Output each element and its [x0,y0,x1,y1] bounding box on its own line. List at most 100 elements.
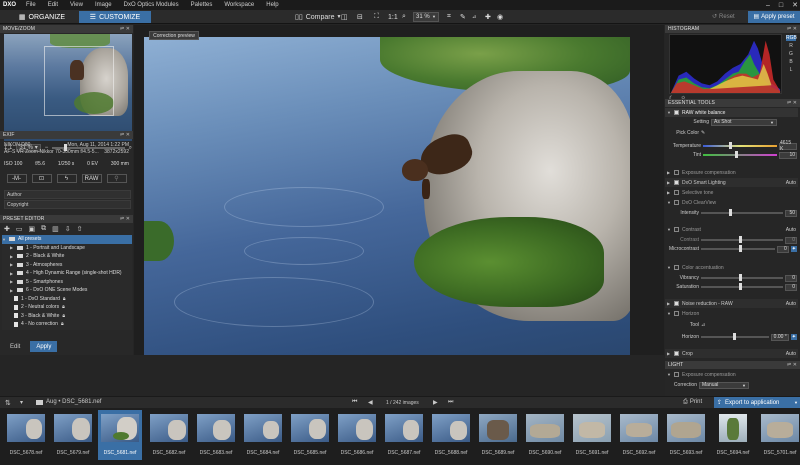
preset-item[interactable]: 4 - No correction 🔒︎ [2,320,132,329]
copyright-row[interactable]: Copyright [4,200,131,209]
channel-l[interactable]: L [786,67,796,73]
export-preset-icon[interactable]: ⇧ [77,225,83,233]
crop-auto[interactable]: Auto [786,351,796,357]
intensity-slider[interactable] [701,209,783,216]
preset-item[interactable]: ▶ 5 - Smartphones [2,278,132,287]
selective-tone-section[interactable]: ▶ Selective tone [665,188,798,197]
tint-value[interactable]: 10 [779,151,797,159]
saturation-value[interactable]: 0 [785,283,797,291]
panel-menu-icon[interactable]: ⇌ ✕ [787,100,797,106]
menu-edit[interactable]: Edit [42,2,64,8]
breadcrumb[interactable]: Aug • DSC_5681.nef [36,399,101,405]
wb-setting-select[interactable]: As Shot ▼ [711,118,777,126]
panel-menu-icon[interactable]: ⇌ ✕ [120,216,130,222]
contrast-auto[interactable]: Auto [786,227,796,233]
crop-section[interactable]: ▶ Crop Auto [665,349,798,358]
copy-preset-icon[interactable]: ⧉ [41,225,46,233]
filmstrip-item[interactable]: DSC_5690.nef [523,410,567,460]
preset-item[interactable]: ▶ 2 - Black & White [2,252,132,261]
filmstrip-item[interactable]: DSC_5685.nef [288,410,332,460]
noise-reduction-auto[interactable]: Auto [786,301,796,307]
repair-icon[interactable]: ✚ [485,12,491,22]
raw-wb-section[interactable]: ▼ RAW white balance [665,108,798,117]
prev-image-icon[interactable]: ⏮ [352,399,357,406]
zoom-select[interactable]: 31 % ▼ [413,12,439,22]
filmstrip-item[interactable]: DSC_5679.nef [51,410,95,460]
maximize-icon[interactable]: □ [779,2,783,9]
contrast-section[interactable]: ▼ Contrast Auto [665,225,798,234]
main-photo[interactable] [144,37,630,355]
temperature-slider[interactable] [703,142,777,149]
correction-preview-tab[interactable]: Correction preview [149,31,199,40]
channel-r[interactable]: R [786,43,796,49]
temperature-value[interactable]: 4615 K [779,140,797,152]
filmstrip-item[interactable]: DSC_5689.nef [476,410,520,460]
filmstrip-item[interactable]: DSC_5693.nef [664,410,708,460]
filmstrip-item[interactable]: DSC_5678.nef [4,410,48,460]
panel-menu-icon[interactable]: ⇌ ✕ [787,26,797,32]
eyedropper-icon[interactable]: ✎ [701,130,705,136]
eye-icon[interactable]: ◉ [497,12,503,22]
previous-icon[interactable]: ◀ [368,399,373,406]
exposure-comp-section[interactable]: ▶ Exposure compensation [665,168,798,177]
menu-image[interactable]: Image [89,2,118,8]
smart-lighting-auto[interactable]: Auto [786,180,796,186]
apply-preset-button[interactable]: ▤ Apply preset [748,11,800,23]
horizon-slider[interactable] [701,333,769,340]
menu-optics-modules[interactable]: DxO Optics Modules [118,2,185,8]
channel-rgb[interactable]: RGB [786,35,797,41]
filmstrip-item[interactable]: DSC_5691.nef [570,410,614,460]
preset-item[interactable]: 3 - Black & White 🔒︎ [2,312,132,321]
intensity-value[interactable]: 50 [785,209,797,217]
crop-icon[interactable]: ⌗ [447,12,451,22]
preset-item[interactable]: ▶ 1 - Portrait and Landscape [2,244,132,253]
saturation-slider[interactable] [701,283,783,290]
preset-item[interactable]: 1 - DxO Standard 🔒︎ [2,295,132,304]
panel-menu-icon[interactable]: ⇌ ✕ [120,132,130,138]
vibrancy-slider[interactable] [701,274,783,281]
author-row[interactable]: Author [4,190,131,199]
channel-b[interactable]: B [786,59,796,65]
next-icon[interactable]: ▶ [433,399,438,406]
split-view-icon[interactable]: ◫ [341,12,348,22]
last-image-icon[interactable]: ⏭ [448,399,453,406]
microcontrast-value[interactable]: 0 [776,245,789,253]
color-accent-section[interactable]: ▼ Color accentuation [665,263,798,272]
export-button[interactable]: ⇪ Export to application ▼ [714,397,800,408]
panel-menu-icon[interactable]: ⇌ ✕ [787,362,797,368]
panel-menu-icon[interactable]: ⇌ ✕ [120,26,130,32]
horizon-tool-icon[interactable]: ⊿ [472,12,476,22]
sort-icon[interactable]: ⇅ [5,399,11,407]
microcontrast-slider[interactable] [701,245,775,252]
menu-file[interactable]: File [20,2,42,8]
menu-palettes[interactable]: Palettes [185,2,219,8]
filmstrip-item[interactable]: DSC_5694.nef [711,410,755,460]
smart-lighting-section[interactable]: ▶ DxO Smart Lighting Auto [665,178,798,187]
noise-reduction-section[interactable]: ▶ Noise reduction - RAW Auto [665,299,798,308]
vibrancy-value[interactable]: 0 [785,274,797,282]
menu-view[interactable]: View [64,2,89,8]
tint-slider[interactable] [703,151,777,158]
save-preset-icon[interactable]: ▣ [29,225,36,233]
navigator-thumbnail[interactable] [4,34,132,141]
magic-wand-icon[interactable]: ✦ [790,246,797,252]
filter-icon[interactable]: ▾ [20,399,23,406]
minimize-icon[interactable]: – [766,2,770,9]
filmstrip-item[interactable]: DSC_5686.nef [335,410,379,460]
light-exposure-section[interactable]: ▼ Exposure compensation [665,370,798,379]
channel-g[interactable]: G [786,51,796,57]
contrast-slider[interactable] [701,236,783,243]
filmstrip-item[interactable]: DSC_5683.nef [194,410,238,460]
before-after-icon[interactable]: ⊟ [357,12,363,22]
new-preset-icon[interactable]: ✚ [4,225,10,233]
menu-help[interactable]: Help [260,2,284,8]
print-button[interactable]: ⎙ Print [683,399,702,406]
reset-button[interactable]: ↺ Reset [712,12,742,22]
horizon-value[interactable]: 0.00 ° [770,333,789,341]
preset-item[interactable]: ▶ 4 - High Dynamic Range (single-shot HDR… [2,269,132,278]
filmstrip-item[interactable]: DSC_5684.nef [241,410,285,460]
filmstrip-item[interactable]: DSC_5681.nef [98,410,142,460]
preset-item[interactable]: ▶ 3 - Atmospheres [2,261,132,270]
level-icon[interactable]: ⊿ [701,322,705,328]
apply-preset-list-button[interactable]: Apply [30,341,58,352]
